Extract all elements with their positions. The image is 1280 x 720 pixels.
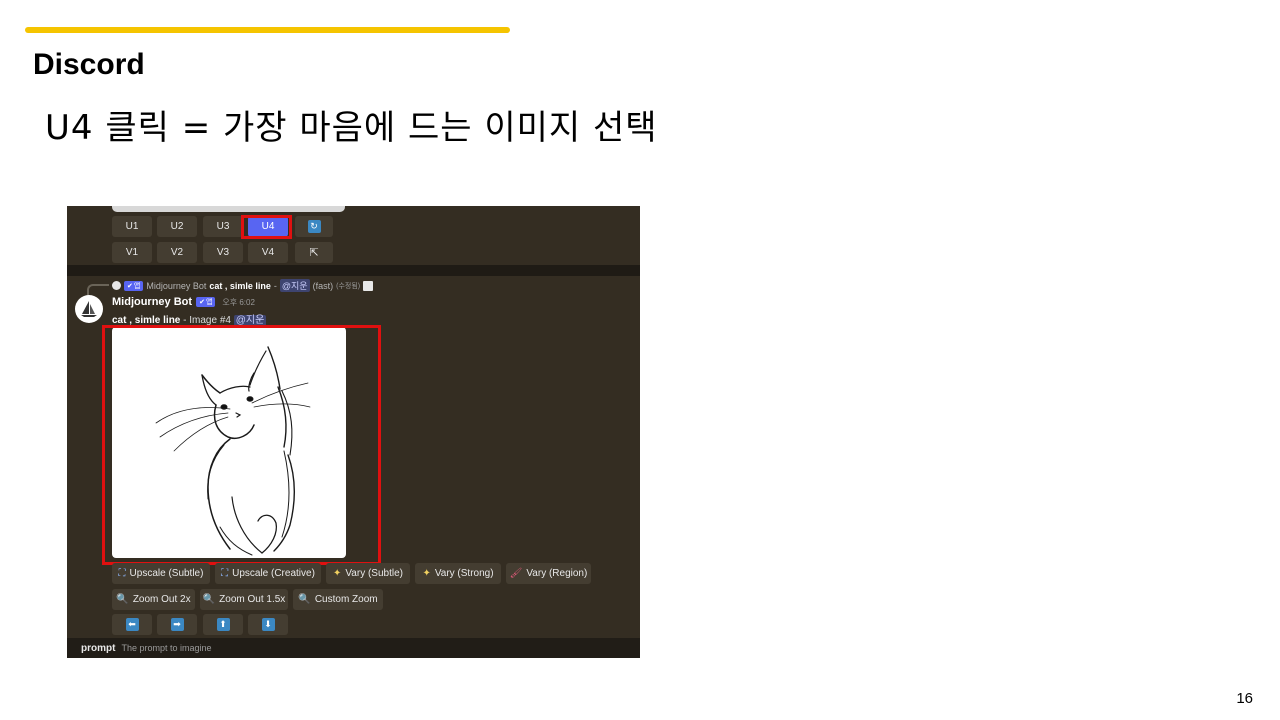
prompt-bar[interactable]: prompt The prompt to imagine	[67, 638, 640, 658]
pan-right-button[interactable]: ➡	[157, 614, 197, 635]
magnifier-icon: 🔍	[116, 594, 129, 605]
pan-down-button[interactable]: ⬇	[248, 614, 288, 635]
pan-left-button[interactable]: ⬅	[112, 614, 152, 635]
expand-icon: ⛶	[221, 568, 229, 579]
magnifier-icon: 🔍	[298, 594, 311, 605]
previous-image-edge	[112, 206, 345, 212]
reply-mention[interactable]: @지운	[279, 279, 310, 292]
check-icon: ✔	[127, 282, 133, 290]
timestamp: 오후 6:02	[222, 297, 255, 307]
message-divider	[67, 265, 640, 276]
vary-button-4[interactable]: V4	[248, 242, 288, 263]
app-badge: ✔ 앱	[196, 297, 216, 307]
prompt-hint: The prompt to imagine	[121, 643, 212, 653]
accent-bar	[25, 27, 510, 33]
discord-screenshot: U1 U2 U3 U4 ↻ V1 V2 V3 V4 ⇱ ✔ 앱 Midjourne…	[67, 206, 640, 658]
slide-subtitle: U4 클릭 = 가장 마음에 드는 이미지 선택	[45, 108, 658, 148]
arrow-down-icon: ⬇	[261, 618, 275, 631]
vary-region-button[interactable]: 🖌 Vary (Region)	[506, 563, 591, 584]
paintbrush-icon: 🖌	[509, 568, 523, 579]
upscale-button-3[interactable]: U3	[203, 216, 243, 237]
custom-zoom-button[interactable]: 🔍 Custom Zoom	[293, 589, 383, 610]
mini-avatar-icon	[112, 281, 121, 290]
reply-speed: (fast)	[312, 280, 334, 291]
image-highlight-box	[102, 325, 381, 565]
app-badge: ✔ 앱	[124, 280, 144, 291]
vary-strong-button[interactable]: ✦ Vary (Strong)	[415, 563, 501, 584]
message-header: Midjourney Bot ✔ 앱 오후 6:02	[112, 296, 255, 308]
u4-highlight-box	[241, 215, 292, 239]
bot-avatar[interactable]	[75, 295, 103, 323]
reply-prompt: cat , simle line	[209, 280, 271, 291]
image-icon	[363, 280, 374, 291]
upscale-subtle-button[interactable]: ⛶ Upscale (Subtle)	[112, 563, 210, 584]
magic-wand-icon: ✦	[422, 568, 431, 579]
upscale-button-1[interactable]: U1	[112, 216, 152, 237]
upscale-button-2[interactable]: U2	[157, 216, 197, 237]
arrow-right-icon: ➡	[170, 618, 184, 631]
arrow-left-icon: ⬅	[125, 618, 139, 631]
author-name[interactable]: Midjourney Bot	[112, 296, 192, 308]
magic-wand-icon: ✦	[332, 568, 342, 579]
zoom-out-2x-button[interactable]: 🔍 Zoom Out 2x	[112, 589, 195, 610]
sailboat-icon	[81, 301, 97, 317]
prompt-label: prompt	[81, 642, 116, 654]
check-icon: ✔	[199, 299, 205, 306]
reroll-button[interactable]: ↻	[295, 216, 333, 237]
vary-button-3[interactable]: V3	[203, 242, 243, 263]
vary-button-1[interactable]: V1	[112, 242, 152, 263]
vary-button-2[interactable]: V2	[157, 242, 197, 263]
slide-title: Discord	[33, 48, 145, 81]
edited-label: (수정됨)	[336, 282, 361, 290]
upscale-creative-button[interactable]: ⛶ Upscale (Creative)	[215, 563, 321, 584]
reply-reference[interactable]: ✔ 앱 Midjourney Bot cat , simle line - @지운…	[112, 279, 374, 292]
reply-author: Midjourney Bot	[146, 280, 207, 291]
message-text: cat , simle line - Image #4 @지운	[112, 311, 267, 326]
vary-subtle-button[interactable]: ✦ Vary (Subtle)	[326, 563, 410, 584]
zoom-out-1-5x-button[interactable]: 🔍 Zoom Out 1.5x	[200, 589, 288, 610]
pan-up-button[interactable]: ⬆	[203, 614, 243, 635]
page-number: 16	[1236, 690, 1253, 707]
expand-icon: ⛶	[118, 568, 126, 579]
magnifier-icon: 🔍	[202, 594, 216, 605]
external-link-icon: ⇱	[309, 247, 319, 259]
arrow-up-icon: ⬆	[216, 618, 230, 631]
open-external-button[interactable]: ⇱	[295, 242, 333, 263]
refresh-icon: ↻	[307, 220, 321, 233]
